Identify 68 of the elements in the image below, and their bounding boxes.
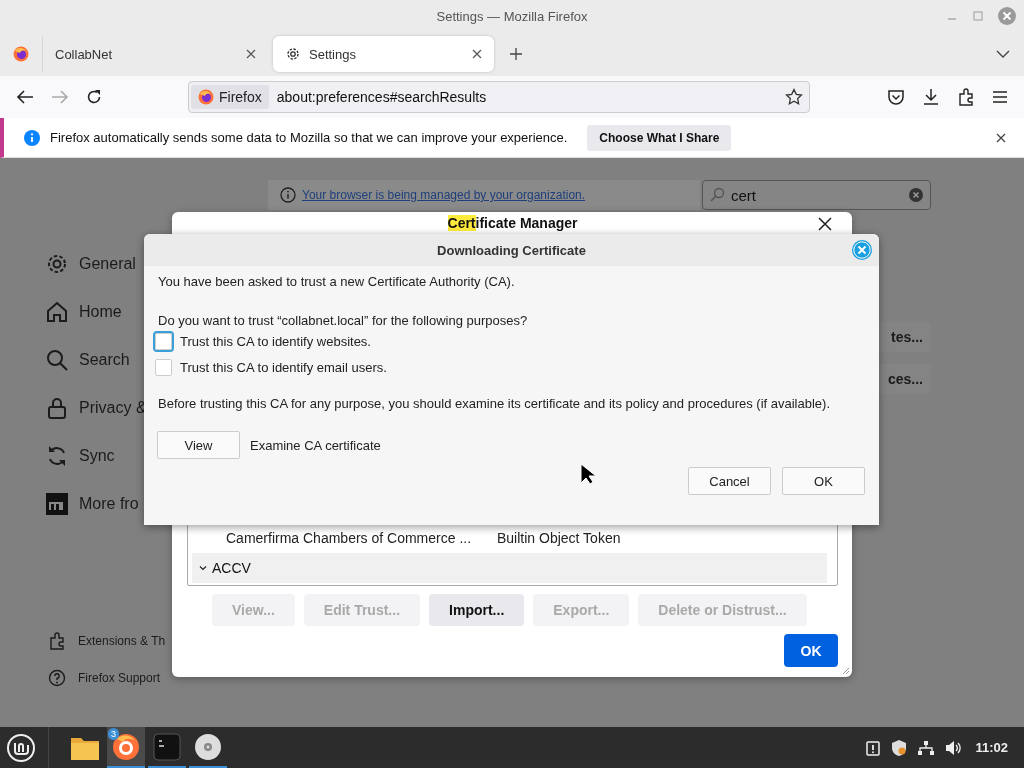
lock-icon bbox=[45, 396, 69, 420]
volume-icon[interactable] bbox=[945, 739, 964, 756]
star-icon[interactable] bbox=[785, 88, 803, 106]
view-button[interactable]: View bbox=[157, 431, 240, 459]
browser-logo-icon[interactable] bbox=[13, 46, 29, 62]
dialog-button[interactable]: Cancel bbox=[688, 467, 771, 495]
pocket-icon[interactable] bbox=[887, 88, 905, 106]
back-icon[interactable] bbox=[16, 89, 34, 105]
ok-button[interactable]: OK bbox=[784, 634, 838, 667]
download-icon[interactable] bbox=[922, 88, 940, 106]
start-menu-icon[interactable] bbox=[6, 732, 36, 763]
close-tab-icon[interactable] bbox=[246, 49, 256, 59]
info-icon bbox=[24, 129, 40, 146]
dialog-button[interactable]: OK bbox=[782, 467, 865, 495]
dialog-button[interactable]: Import... bbox=[429, 594, 525, 626]
clipboard-icon[interactable] bbox=[865, 739, 882, 756]
identity-chip[interactable]: Firefox bbox=[191, 85, 269, 109]
clear-icon[interactable] bbox=[908, 187, 924, 203]
checkbox-label: Trust this CA to identify email users. bbox=[180, 359, 387, 375]
chevron-down-icon[interactable] bbox=[996, 49, 1010, 59]
notification-badge: 3 bbox=[108, 728, 119, 740]
notification-message: Firefox automatically sends some data to Mozilla so that we can improve your experience. bbox=[50, 130, 568, 145]
reload-icon[interactable] bbox=[86, 89, 102, 105]
clock[interactable]: 11:02 bbox=[975, 740, 1008, 755]
info-icon bbox=[280, 187, 296, 203]
browser-logo-icon bbox=[112, 732, 140, 761]
dialog-title: Downloading Certificate bbox=[437, 242, 586, 258]
help-icon bbox=[48, 669, 66, 687]
intro-text: You have been asked to trust a new Certificate Authority (CA). bbox=[158, 274, 516, 289]
window-title: Settings — Mozilla Firefox bbox=[436, 8, 588, 24]
search-icon bbox=[45, 348, 69, 372]
puzzle-icon bbox=[48, 632, 66, 650]
new-tab-icon[interactable] bbox=[509, 47, 523, 61]
browser-tab[interactable]: CollabNet bbox=[42, 36, 268, 72]
shield-icon[interactable] bbox=[891, 738, 908, 757]
disc-icon bbox=[194, 732, 222, 761]
puzzle-icon[interactable] bbox=[957, 88, 975, 106]
house-icon bbox=[45, 300, 69, 324]
checkbox-label: Trust this CA to identify websites. bbox=[180, 333, 371, 349]
choose-what-i-share-button[interactable]: Choose What I Share bbox=[587, 124, 732, 151]
browser-logo-icon bbox=[198, 89, 214, 105]
close-tab-icon[interactable] bbox=[472, 49, 482, 59]
table-cell: Builtin Object Token bbox=[497, 530, 621, 546]
view-label: Examine CA certificate bbox=[250, 437, 381, 453]
managed-link[interactable]: Your browser is being managed by your organization. bbox=[302, 188, 586, 202]
menu-icon[interactable] bbox=[992, 90, 1008, 104]
m-logo-icon bbox=[45, 492, 69, 516]
group-row[interactable]: ACCV bbox=[192, 553, 827, 583]
gear-icon bbox=[285, 46, 301, 62]
url-text: about:preferences#searchResults bbox=[276, 89, 488, 105]
sidebar-link[interactable]: Extensions & Th bbox=[48, 632, 200, 650]
search-field[interactable]: cert bbox=[702, 180, 931, 210]
close-icon[interactable] bbox=[996, 132, 1006, 143]
close-icon[interactable] bbox=[818, 217, 832, 231]
search-icon bbox=[709, 187, 725, 203]
resize-grip-icon[interactable] bbox=[842, 667, 850, 675]
browser-tab[interactable]: Settings bbox=[273, 36, 494, 72]
taskbar-app[interactable]: 3 bbox=[107, 727, 145, 768]
table-cell-text: Camerfirma Chambers of Commerce ... bbox=[226, 530, 473, 546]
warning-text: Before trusting this CA for any purpose, you should examine its certificate and its policy and procedures (if available). bbox=[158, 396, 831, 411]
terminal-icon bbox=[153, 732, 181, 761]
address-bar[interactable]: Firefox about:preferences#searchResults bbox=[188, 81, 810, 113]
question-text: Do you want to trust “collabnet.local” for the following purposes? bbox=[158, 313, 529, 328]
network-icon[interactable] bbox=[917, 739, 936, 756]
cursor-icon bbox=[580, 463, 596, 485]
sidebar-link[interactable]: Firefox Support bbox=[48, 669, 200, 687]
checkbox[interactable] bbox=[155, 358, 172, 376]
gear-icon bbox=[45, 252, 69, 276]
